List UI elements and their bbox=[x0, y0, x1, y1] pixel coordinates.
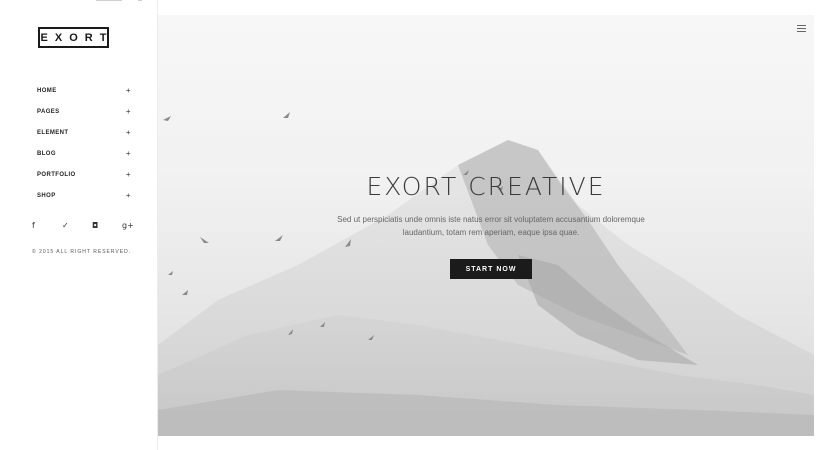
twitter-icon[interactable]: ✓ bbox=[60, 219, 90, 231]
nav-item-label: PORTFOLIO bbox=[37, 171, 76, 178]
facebook-icon[interactable]: f bbox=[30, 219, 60, 231]
social-links: f ✓ ◘ g+ bbox=[30, 219, 150, 231]
sidebar: EXORT HOME + PAGES + ELEMENT + BLOG + PO… bbox=[0, 0, 158, 450]
plus-icon[interactable]: + bbox=[123, 86, 131, 95]
plus-icon[interactable]: + bbox=[123, 128, 131, 137]
plus-icon[interactable]: + bbox=[123, 107, 131, 116]
nav-item-label: SHOP bbox=[37, 192, 56, 199]
plus-icon[interactable]: + bbox=[123, 149, 131, 158]
hero-title: EXORT CREATIVE bbox=[366, 172, 606, 201]
google-plus-icon[interactable]: g+ bbox=[120, 219, 150, 231]
nav-item-element[interactable]: ELEMENT + bbox=[37, 122, 131, 143]
nav-item-label: HOME bbox=[37, 87, 57, 94]
copyright-text: © 2015 ALL RIGHT RESERVED. bbox=[32, 249, 132, 255]
start-now-button[interactable]: START NOW bbox=[450, 259, 532, 279]
nav-item-label: BLOG bbox=[37, 150, 56, 157]
plus-icon[interactable]: + bbox=[123, 191, 131, 200]
nav-item-home[interactable]: HOME + bbox=[37, 80, 131, 101]
instagram-icon[interactable]: ◘ bbox=[90, 219, 120, 231]
nav-item-label: PAGES bbox=[37, 108, 60, 115]
plus-icon[interactable]: + bbox=[123, 170, 131, 179]
logo[interactable]: EXORT bbox=[38, 27, 109, 48]
top-divider bbox=[96, 0, 122, 1]
nav-item-label: ELEMENT bbox=[37, 129, 69, 136]
main-nav: HOME + PAGES + ELEMENT + BLOG + PORTFOLI… bbox=[37, 80, 131, 206]
top-divider-tick bbox=[138, 0, 142, 1]
nav-item-blog[interactable]: BLOG + bbox=[37, 143, 131, 164]
hero-description: Sed ut perspiciatis unde omnis iste natu… bbox=[337, 215, 645, 237]
nav-item-pages[interactable]: PAGES + bbox=[37, 101, 131, 122]
nav-item-shop[interactable]: SHOP + bbox=[37, 185, 131, 206]
hero-section: EXORT CREATIVE Sed ut perspiciatis unde … bbox=[158, 15, 814, 436]
nav-item-portfolio[interactable]: PORTFOLIO + bbox=[37, 164, 131, 185]
menu-icon[interactable] bbox=[797, 25, 806, 33]
